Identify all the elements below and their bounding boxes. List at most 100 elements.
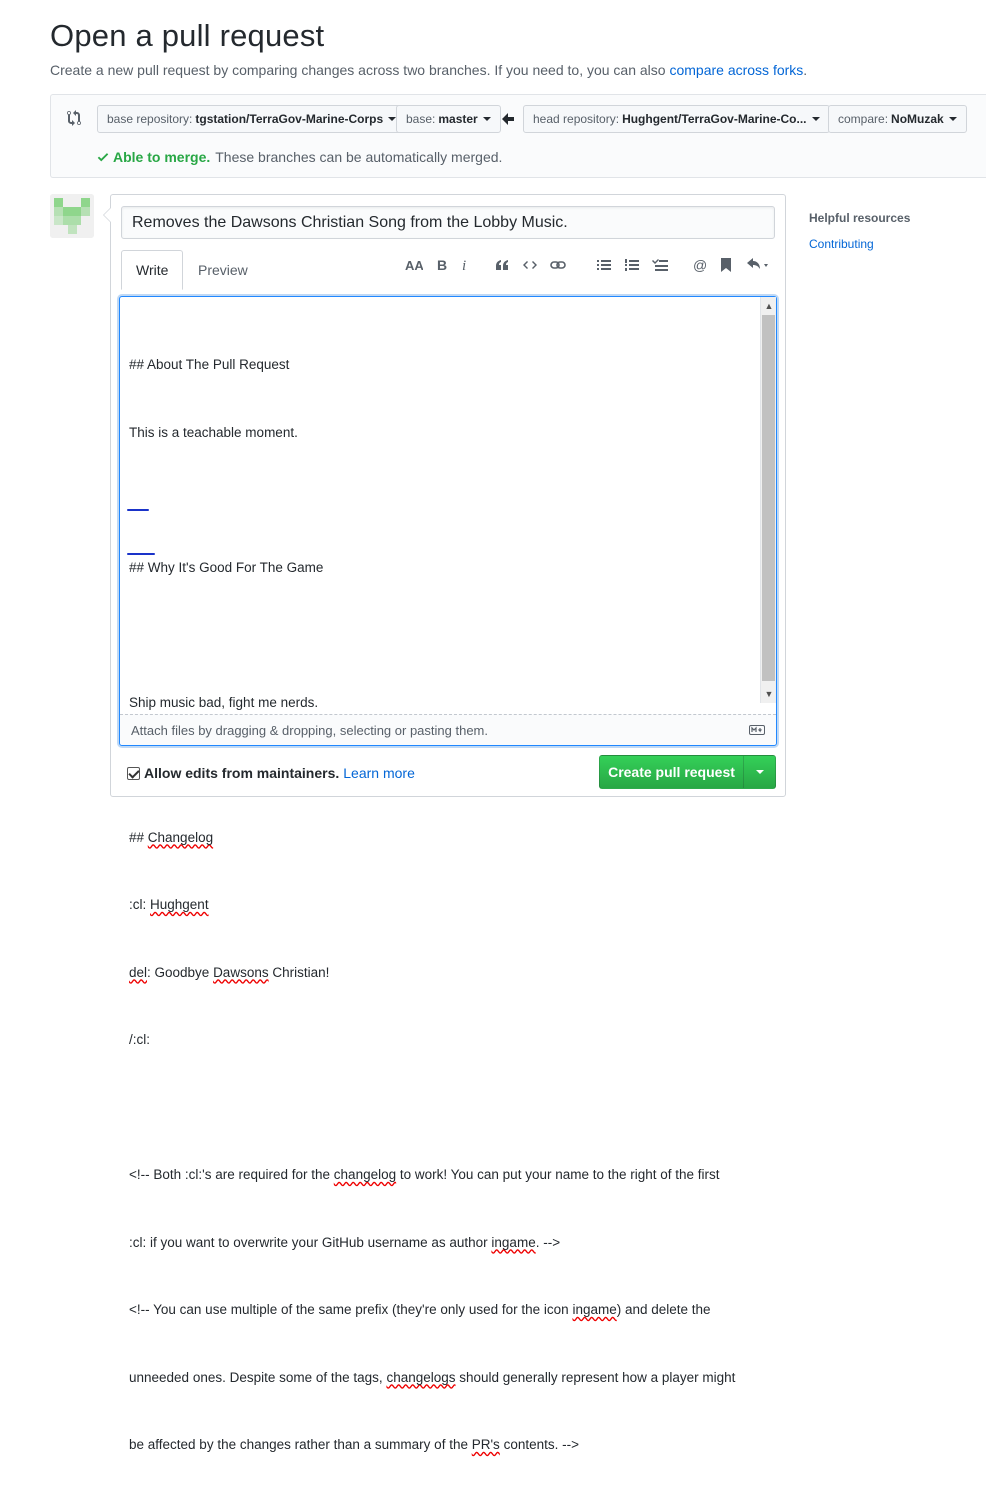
chevron-down-icon <box>948 117 957 121</box>
contributing-link[interactable]: Contributing <box>809 237 874 251</box>
body-line: <!-- You can use multiple of the same pr… <box>129 1299 759 1322</box>
text-size-icon[interactable]: AA <box>403 255 425 275</box>
body-text: should generally represent how a player … <box>455 1369 736 1385</box>
helpful-resources-heading: Helpful resources <box>809 211 911 225</box>
spelling-error: ingame <box>491 1234 536 1250</box>
tab-write[interactable]: Write <box>121 250 184 290</box>
body-line: :cl: if you want to overwrite your GitHu… <box>129 1232 759 1255</box>
file-attach-dropzone[interactable]: Attach files by dragging & dropping, sel… <box>120 714 776 745</box>
bullet-list-icon[interactable] <box>593 255 615 275</box>
body-text: Christian! <box>268 964 330 980</box>
spelling-error: ingame <box>572 1302 617 1317</box>
svg-text:i: i <box>462 258 466 272</box>
link-icon[interactable] <box>547 255 569 275</box>
chevron-down-icon <box>482 117 491 121</box>
body-text: :cl: if you want to overwrite your GitHu… <box>129 1234 492 1250</box>
merge-message: These branches can be automatically merg… <box>215 149 503 165</box>
spelling-error: del <box>129 964 148 980</box>
create-options-dropdown[interactable] <box>744 756 775 788</box>
body-line: ## Changelog <box>129 827 759 850</box>
chevron-down-icon <box>811 117 820 121</box>
body-line: unneeded ones. Despite some of the tags,… <box>129 1367 759 1390</box>
svg-text:B: B <box>437 258 447 272</box>
git-compare-icon <box>67 110 83 126</box>
reply-icon[interactable] <box>745 255 773 275</box>
compare-branch-label: compare: <box>838 112 889 126</box>
scrollbar[interactable]: ▲ ▼ <box>760 297 776 703</box>
code-icon[interactable] <box>519 255 541 275</box>
head-repository-select[interactable]: head repository: Hughgent/TerraGov-Marin… <box>523 105 830 133</box>
svg-text:AA: AA <box>405 258 423 272</box>
body-line: <!-- Both :cl:'s are required for the ch… <box>129 1164 759 1187</box>
body-line: del: Goodbye Dawsons Christian! <box>129 962 759 985</box>
body-text: ) and delete the <box>616 1302 711 1317</box>
body-text: . --> <box>535 1234 561 1250</box>
body-text: ## <box>129 829 148 845</box>
merge-status: Able to merge. These branches can be aut… <box>96 149 502 165</box>
pr-body-text: ## About The Pull Request This is a teac… <box>129 309 759 1502</box>
scroll-up-icon[interactable]: ▲ <box>764 301 774 311</box>
compare-bar: base repository: tgstation/TerraGov-Mari… <box>50 94 986 178</box>
create-pull-request-label[interactable]: Create pull request <box>600 756 744 788</box>
italic-icon[interactable]: i <box>457 255 473 275</box>
head-repository-value: Hughgent/TerraGov-Marine-Co... <box>622 112 807 126</box>
quote-icon[interactable] <box>491 255 513 275</box>
numbered-list-icon[interactable] <box>621 255 643 275</box>
base-repository-value: tgstation/TerraGov-Marine-Corps <box>195 112 384 126</box>
compare-across-forks-link[interactable]: compare across forks <box>669 62 803 78</box>
annotation-underline <box>127 509 149 511</box>
spelling-error: changelog <box>333 1167 397 1182</box>
body-line: ## Why It's Good For The Game <box>129 559 324 575</box>
pull-request-form: Write Preview AA B i @ <box>103 194 786 1452</box>
head-repository-label: head repository: <box>533 112 620 126</box>
spelling-error: Hughgent <box>150 897 209 912</box>
bookmark-icon[interactable] <box>717 255 735 275</box>
body-text: <!-- You can use multiple of the same pr… <box>129 1302 573 1317</box>
body-text: be affected by the changes rather than a… <box>129 1437 472 1452</box>
check-icon <box>97 153 109 162</box>
base-branch-select[interactable]: base: master <box>396 105 501 133</box>
body-text: unneeded ones. Despite some of the tags, <box>129 1369 387 1385</box>
avatar[interactable] <box>50 194 94 238</box>
body-text: contents. --> <box>499 1437 579 1452</box>
body-line: This is a teachable moment. <box>129 424 298 440</box>
allow-edits-checkbox[interactable] <box>127 766 140 780</box>
spelling-error: changelogs <box>386 1369 456 1385</box>
base-branch-value: master <box>438 112 478 126</box>
pr-title-input[interactable] <box>121 206 775 239</box>
subtitle-text: Create a new pull request by comparing c… <box>50 62 666 78</box>
body-line: :cl: Hughgent <box>129 894 759 917</box>
compare-branch-select[interactable]: compare: NoMuzak <box>828 105 967 133</box>
page-subtitle: Create a new pull request by comparing c… <box>50 62 807 78</box>
body-text: <!-- Both :cl:'s are required for the <box>129 1167 334 1182</box>
arrow-left-icon <box>501 112 515 126</box>
scrollbar-thumb[interactable] <box>762 315 775 681</box>
scroll-down-icon[interactable]: ▼ <box>764 689 774 699</box>
base-repository-select[interactable]: base repository: tgstation/TerraGov-Mari… <box>97 105 407 133</box>
body-line: /:cl: <box>129 1032 151 1047</box>
subtitle-end: . <box>803 62 808 78</box>
body-line: Ship music bad, fight me nerds. <box>129 694 319 710</box>
body-text: : Goodbye <box>147 964 214 980</box>
markdown-icon[interactable] <box>749 725 765 735</box>
tab-preview[interactable]: Preview <box>184 250 262 290</box>
chevron-down-icon <box>755 770 764 774</box>
learn-more-link[interactable]: Learn more <box>343 765 415 781</box>
base-repository-label: base repository: <box>107 112 193 126</box>
task-list-icon[interactable] <box>649 255 671 275</box>
body-text: :cl: <box>129 897 151 912</box>
merge-ok-text: Able to merge. <box>113 149 211 165</box>
annotation-underline <box>127 553 155 555</box>
bold-icon[interactable]: B <box>431 255 453 275</box>
mention-icon[interactable]: @ <box>689 255 711 275</box>
pr-body-textarea[interactable]: ## About The Pull Request This is a teac… <box>119 296 777 1452</box>
spelling-error: Dawsons <box>213 964 269 980</box>
create-pull-request-button[interactable]: Create pull request <box>599 755 776 789</box>
body-text: to work! You can put your name to the ri… <box>396 1167 720 1182</box>
allow-edits-option: Allow edits from maintainers. Learn more <box>127 765 415 781</box>
body-line: be affected by the changes rather than a… <box>129 1434 759 1457</box>
spelling-error: PR's <box>471 1437 500 1452</box>
allow-edits-label[interactable]: Allow edits from maintainers. <box>144 765 339 781</box>
spelling-error: Changelog <box>147 829 214 845</box>
svg-text:@: @ <box>693 258 707 272</box>
